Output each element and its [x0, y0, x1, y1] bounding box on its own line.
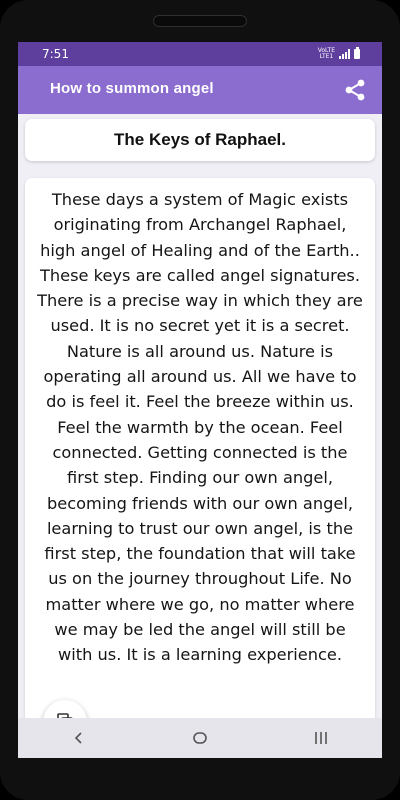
app-title: How to summon angel: [50, 80, 214, 97]
article-title: The Keys of Raphael.: [114, 130, 286, 149]
status-bar: 7:51 VoLTE LTE1: [18, 42, 382, 66]
app-bar: How to summon angel: [18, 66, 382, 114]
speaker-grille: [153, 15, 247, 27]
back-icon[interactable]: [59, 723, 99, 753]
screen: 7:51 VoLTE LTE1 How to summon angel The …: [18, 42, 382, 758]
home-icon[interactable]: [180, 723, 220, 753]
article-body: These days a system of Magic exists orig…: [37, 190, 363, 665]
lte-label: LTE1: [319, 53, 334, 60]
signal-icon: [339, 49, 350, 59]
status-time: 7:51: [42, 47, 69, 61]
body-card: These days a system of Magic exists orig…: [25, 178, 375, 718]
content-area[interactable]: The Keys of Raphael. These days a system…: [18, 114, 382, 718]
share-icon[interactable]: [342, 77, 368, 103]
recents-icon[interactable]: [301, 723, 341, 753]
battery-icon: [354, 47, 360, 59]
navigation-bar: [18, 718, 382, 758]
volte-indicator: VoLTE LTE1: [318, 48, 335, 60]
phone-frame: 7:51 VoLTE LTE1 How to summon angel The …: [0, 0, 400, 800]
status-icons: VoLTE LTE1: [318, 47, 360, 61]
title-card: The Keys of Raphael.: [25, 119, 375, 161]
